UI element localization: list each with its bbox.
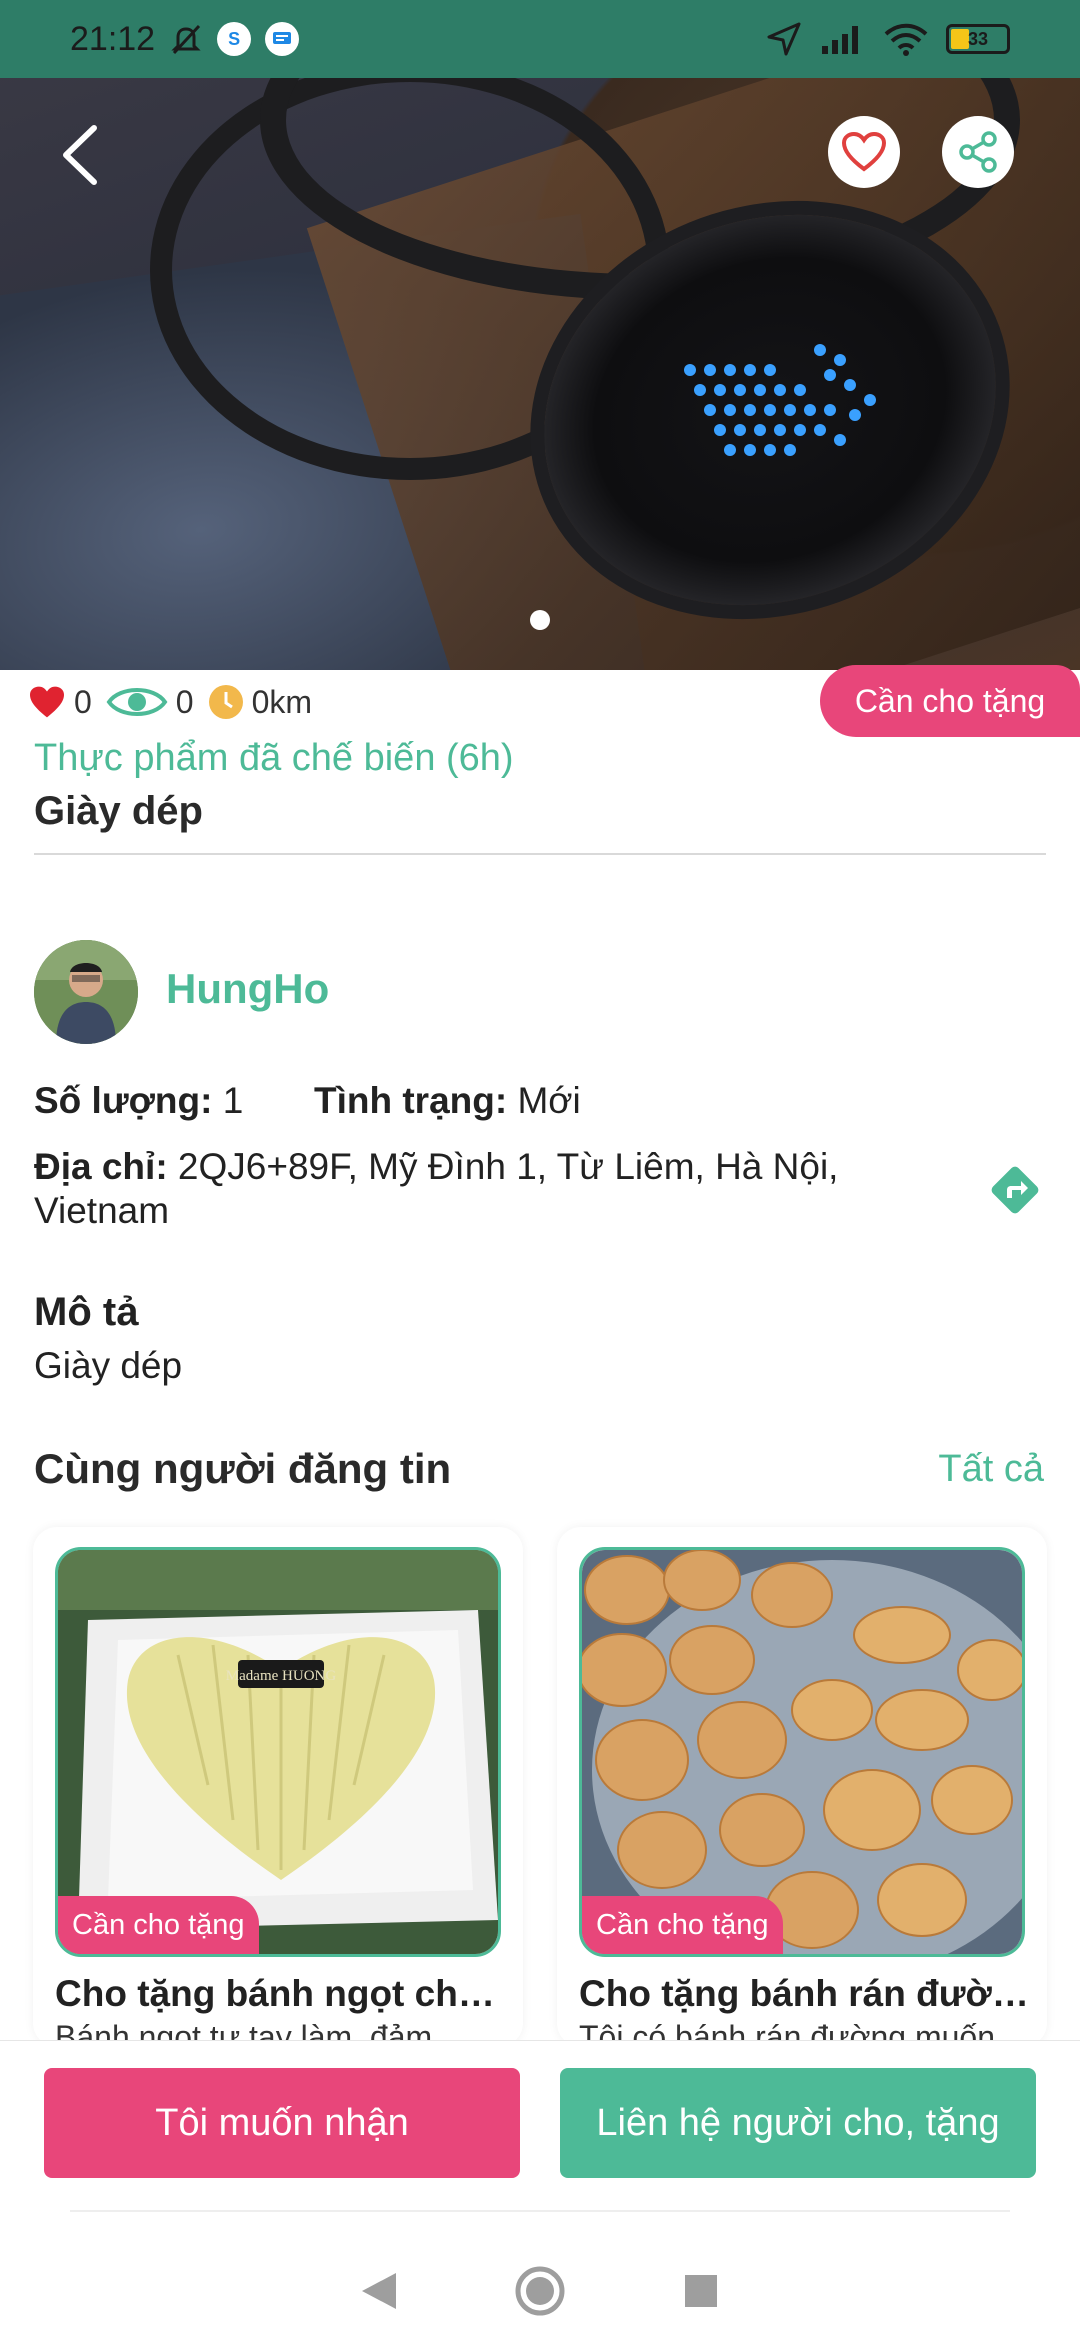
battery-level: 33 <box>967 28 989 49</box>
description-text: Giày dép <box>34 1345 183 1386</box>
listing-type-badge: Cần cho tặng <box>820 665 1080 737</box>
contact-button[interactable]: Liên hệ người cho, tặng <box>560 2068 1036 2178</box>
related-card[interactable]: Cần cho tặng Cho tặng bánh rán đường Tôi… <box>557 1527 1047 2047</box>
owner-name[interactable]: HungHo <box>166 965 329 1013</box>
share-button[interactable] <box>942 116 1014 188</box>
related-card-badge: Cần cho tặng <box>58 1896 259 1954</box>
status-bar: 21:12 S 33 <box>0 0 1080 78</box>
likes-count: 0 <box>74 683 92 720</box>
wifi-icon <box>884 23 928 56</box>
stats-row: 0 0 0km <box>28 683 326 721</box>
condition-row: Tình trạng: Mới <box>314 1080 581 1122</box>
bottom-action-bar: Tôi muốn nhận Liên hệ người cho, tặng <box>0 2040 1080 2340</box>
listing-title: Giày dép <box>34 789 203 833</box>
divider <box>70 2210 1010 2212</box>
nav-back-icon[interactable] <box>362 2273 396 2309</box>
related-card-image: Cần cho tặng <box>579 1547 1025 1957</box>
carousel-dot <box>530 610 550 630</box>
skype-icon: S <box>217 22 252 56</box>
clock-icon <box>208 685 243 719</box>
back-button[interactable] <box>50 120 110 190</box>
listing-category: Thực phẩm đã chế biến (6h) <box>34 737 514 779</box>
quantity-label: Số lượng: <box>34 1080 213 1121</box>
status-time: 21:12 <box>70 19 156 58</box>
views-count: 0 <box>175 683 194 720</box>
related-card-badge: Cần cho tặng <box>582 1896 783 1954</box>
battery-icon: 33 <box>946 24 1010 54</box>
related-card-title: Cho tặng bánh ngọt cho... <box>55 1973 505 2014</box>
led-logo-icon <box>670 330 900 510</box>
condition-value: Mới <box>517 1080 581 1121</box>
nav-recents-icon[interactable] <box>685 2275 717 2307</box>
address-row: Địa chỉ: 2QJ6+89F, Mỹ Đình 1, Từ Liêm, H… <box>34 1145 894 1233</box>
quantity-row: Số lượng: 1 <box>34 1080 243 1122</box>
divider <box>34 853 1046 855</box>
location-arrow-icon <box>767 22 801 56</box>
related-heading: Cùng người đăng tin <box>34 1445 452 1492</box>
mute-bell-icon <box>171 24 201 55</box>
directions-icon <box>991 1166 1039 1214</box>
signal-icon <box>822 26 858 54</box>
hero-image[interactable] <box>0 0 1080 670</box>
receive-button[interactable]: Tôi muốn nhận <box>44 2068 520 2178</box>
address-label: Địa chỉ: <box>34 1146 168 1187</box>
related-card-title: Cho tặng bánh rán đường <box>579 1973 1029 2014</box>
favorite-button[interactable] <box>828 116 900 188</box>
related-card[interactable]: Madame HUONG Cần cho tặng Cho tặng bánh … <box>33 1527 523 2047</box>
nav-home-icon[interactable] <box>515 2266 565 2316</box>
see-all-link[interactable]: Tất cả <box>938 1448 1044 1491</box>
eye-icon <box>106 688 168 716</box>
heart-icon <box>30 686 64 718</box>
message-icon <box>265 22 300 56</box>
condition-label: Tình trạng: <box>314 1080 508 1121</box>
cake-label: Madame HUONG <box>226 1668 337 1684</box>
directions-button[interactable] <box>985 1160 1045 1220</box>
related-card-image: Madame HUONG Cần cho tặng <box>55 1547 501 1957</box>
heart-outline-icon <box>841 131 887 172</box>
quantity-value: 1 <box>222 1080 244 1121</box>
avatar[interactable] <box>34 940 138 1044</box>
description-heading: Mô tả <box>34 1290 139 1334</box>
share-icon <box>959 131 997 173</box>
chevron-left-icon <box>63 125 97 185</box>
distance-value: 0km <box>251 683 313 720</box>
system-nav-bar <box>0 2241 1080 2340</box>
